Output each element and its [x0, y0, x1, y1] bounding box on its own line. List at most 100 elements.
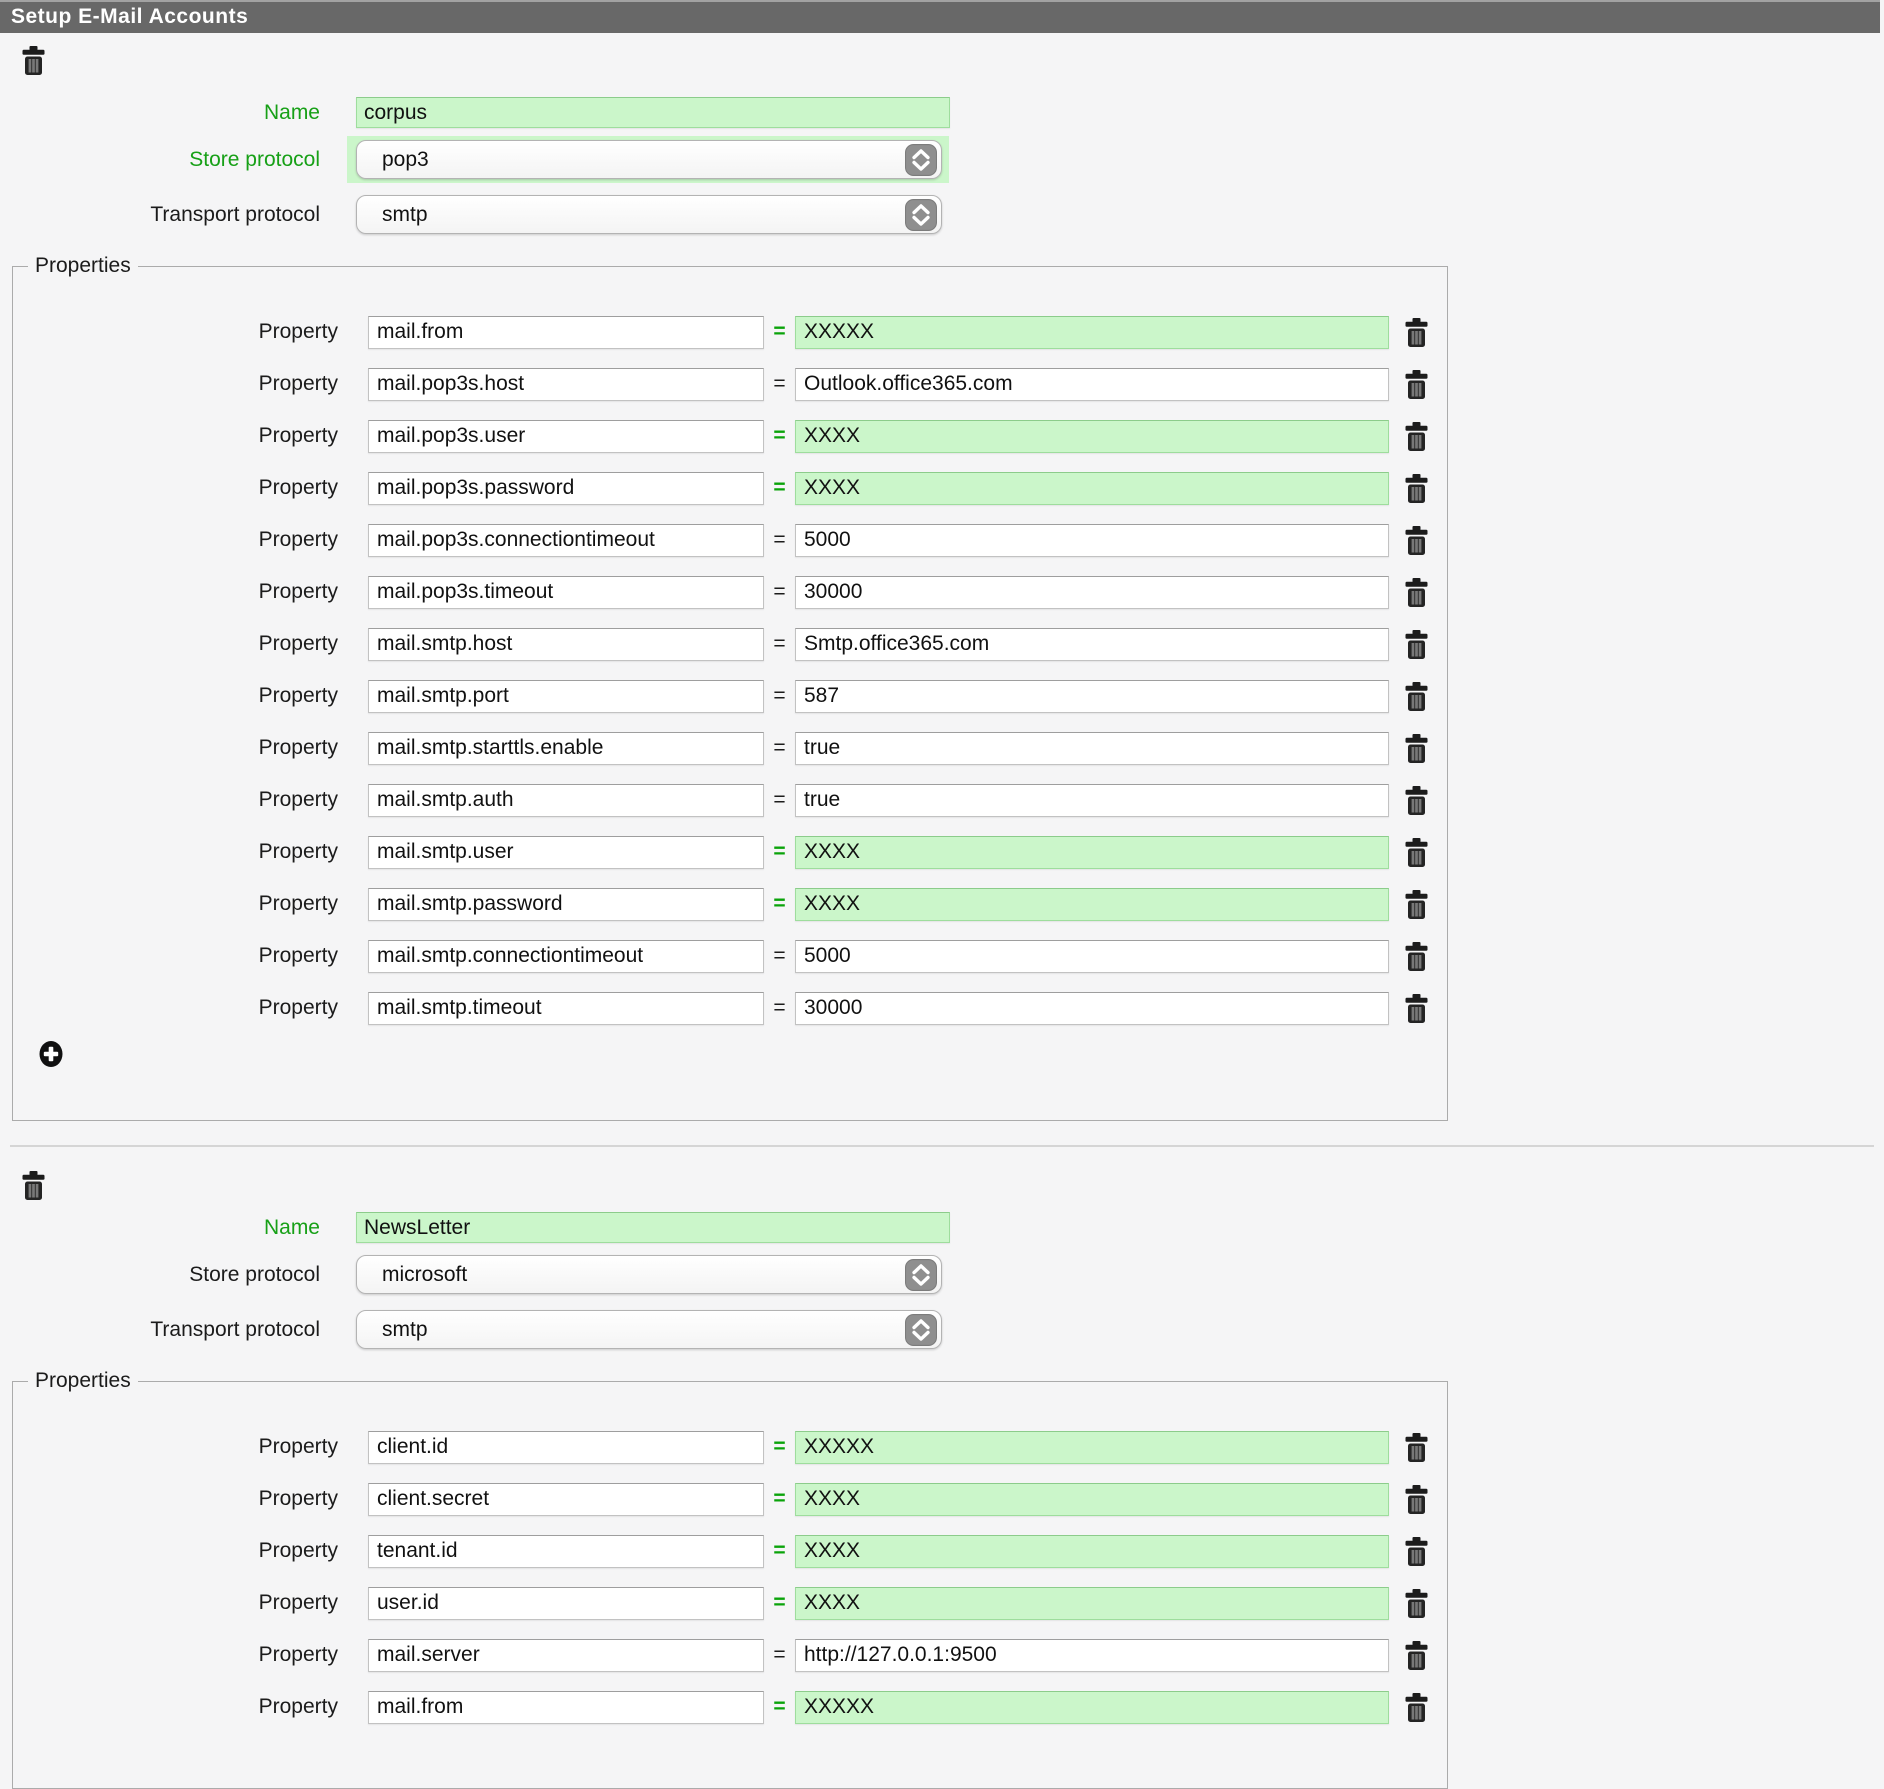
delete-account-button[interactable]: [22, 46, 45, 75]
equals-sign: =: [764, 684, 795, 708]
delete-property-button[interactable]: [1405, 994, 1428, 1023]
store-protocol-select[interactable]: pop3: [356, 140, 942, 179]
name-row: Name: [0, 1212, 1884, 1243]
property-value-input[interactable]: [795, 368, 1389, 401]
delete-property-button[interactable]: [1405, 474, 1428, 503]
equals-sign: =: [764, 632, 795, 656]
delete-property-button[interactable]: [1405, 370, 1428, 399]
delete-property-button[interactable]: [1405, 1537, 1428, 1566]
select-stepper-icon[interactable]: [905, 199, 937, 231]
property-value-input[interactable]: [795, 472, 1389, 505]
property-key-input[interactable]: [368, 1431, 764, 1464]
property-value-input[interactable]: [795, 784, 1389, 817]
select-stepper-icon[interactable]: [905, 1314, 937, 1346]
delete-property-button[interactable]: [1405, 1589, 1428, 1618]
transport-protocol-select[interactable]: smtp: [356, 195, 942, 234]
trash-icon: [1405, 1502, 1428, 1517]
property-key-input[interactable]: [368, 1639, 764, 1672]
properties-fieldset: Properties Property = Property = Propert…: [12, 254, 1448, 1121]
add-property-button[interactable]: [38, 1040, 64, 1068]
property-key-input[interactable]: [368, 784, 764, 817]
property-key-input[interactable]: [368, 680, 764, 713]
property-key-input[interactable]: [368, 1535, 764, 1568]
property-value-input[interactable]: [795, 628, 1389, 661]
delete-property-button[interactable]: [1405, 682, 1428, 711]
transport-protocol-select[interactable]: smtp: [356, 1310, 942, 1349]
equals-sign: =: [764, 736, 795, 760]
property-key-input[interactable]: [368, 1691, 764, 1724]
transport-protocol-label: Transport protocol: [0, 1318, 320, 1342]
property-value-input[interactable]: [795, 1535, 1389, 1568]
property-value-input[interactable]: [795, 680, 1389, 713]
store-protocol-value: pop3: [382, 148, 429, 172]
delete-property-button[interactable]: [1405, 1433, 1428, 1462]
trash-icon: [1405, 699, 1428, 714]
select-stepper-icon[interactable]: [905, 144, 937, 176]
delete-property-button[interactable]: [1405, 1693, 1428, 1722]
property-key-input[interactable]: [368, 420, 764, 453]
property-value-input[interactable]: [795, 1483, 1389, 1516]
equals-sign: =: [764, 892, 795, 916]
delete-property-button[interactable]: [1405, 942, 1428, 971]
property-row: Property =: [13, 826, 1447, 878]
delete-property-button[interactable]: [1405, 422, 1428, 451]
properties-legend: Properties: [28, 1369, 138, 1393]
property-key-input[interactable]: [368, 316, 764, 349]
property-value-input[interactable]: [795, 1639, 1389, 1672]
account-name-input[interactable]: [356, 97, 950, 128]
property-key-input[interactable]: [368, 836, 764, 869]
equals-sign: =: [764, 424, 795, 448]
property-key-input[interactable]: [368, 1483, 764, 1516]
property-value-input[interactable]: [795, 1587, 1389, 1620]
property-value-input[interactable]: [795, 940, 1389, 973]
trash-icon: [22, 63, 45, 78]
page-title: Setup E-Mail Accounts: [11, 5, 248, 28]
property-key-input[interactable]: [368, 1587, 764, 1620]
property-key-input[interactable]: [368, 576, 764, 609]
delete-property-button[interactable]: [1405, 838, 1428, 867]
delete-property-button[interactable]: [1405, 578, 1428, 607]
property-row: Property =: [13, 1421, 1447, 1473]
trash-icon: [1405, 855, 1428, 870]
property-row: Property =: [13, 878, 1447, 930]
property-key-input[interactable]: [368, 732, 764, 765]
transport-protocol-row: Transport protocol smtp: [0, 1306, 1884, 1353]
delete-property-button[interactable]: [1405, 1641, 1428, 1670]
transport-protocol-value: smtp: [382, 203, 428, 227]
property-value-input[interactable]: [795, 316, 1389, 349]
store-protocol-label: Store protocol: [0, 1263, 320, 1287]
equals-sign: =: [764, 1435, 795, 1459]
property-key-input[interactable]: [368, 992, 764, 1025]
property-value-input[interactable]: [795, 836, 1389, 869]
property-key-input[interactable]: [368, 524, 764, 557]
property-value-input[interactable]: [795, 420, 1389, 453]
property-key-input[interactable]: [368, 940, 764, 973]
delete-property-button[interactable]: [1405, 786, 1428, 815]
property-key-input[interactable]: [368, 628, 764, 661]
delete-property-button[interactable]: [1405, 1485, 1428, 1514]
property-label: Property: [13, 1539, 338, 1563]
property-key-input[interactable]: [368, 472, 764, 505]
equals-sign: =: [764, 1539, 795, 1563]
property-value-input[interactable]: [795, 1431, 1389, 1464]
delete-property-button[interactable]: [1405, 734, 1428, 763]
select-stepper-icon[interactable]: [905, 1259, 937, 1291]
property-value-input[interactable]: [795, 576, 1389, 609]
property-value-input[interactable]: [795, 732, 1389, 765]
property-key-input[interactable]: [368, 368, 764, 401]
account-name-input[interactable]: [356, 1212, 950, 1243]
store-protocol-select[interactable]: microsoft: [356, 1255, 942, 1294]
delete-account-button[interactable]: [22, 1171, 45, 1200]
property-value-input[interactable]: [795, 524, 1389, 557]
property-value-input[interactable]: [795, 992, 1389, 1025]
delete-property-button[interactable]: [1405, 318, 1428, 347]
delete-property-button[interactable]: [1405, 890, 1428, 919]
property-row: Property =: [13, 722, 1447, 774]
delete-property-button[interactable]: [1405, 630, 1428, 659]
property-key-input[interactable]: [368, 888, 764, 921]
property-label: Property: [13, 944, 338, 968]
equals-sign: =: [764, 1643, 795, 1667]
property-value-input[interactable]: [795, 888, 1389, 921]
property-value-input[interactable]: [795, 1691, 1389, 1724]
delete-property-button[interactable]: [1405, 526, 1428, 555]
